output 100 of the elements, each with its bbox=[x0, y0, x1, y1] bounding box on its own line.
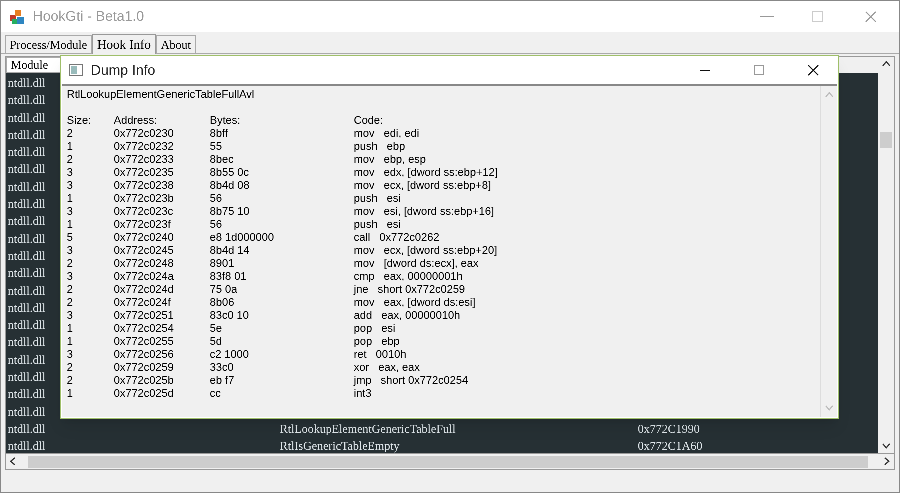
table-cell-text: 2 bbox=[67, 375, 74, 388]
table-cell-text: ntdll.dll bbox=[7, 197, 47, 214]
instruction: call 0x772c0262 bbox=[354, 232, 440, 245]
column-header[interactable]: Module bbox=[6, 57, 62, 73]
table-cell-text: 56 bbox=[210, 193, 224, 206]
instruction: mov ebp, esp bbox=[354, 154, 426, 167]
instruction: cmp eax, 00000001h bbox=[354, 271, 463, 284]
instruction: mov edi, edi bbox=[354, 128, 420, 141]
table-cell-text: ntdll.dll bbox=[7, 422, 47, 438]
instruction: jne short 0x772c0259 bbox=[354, 284, 466, 297]
table-cell-text: ntdll.dll bbox=[7, 128, 47, 144]
table-cell-text: ntdll.dll bbox=[7, 318, 47, 334]
table-cell-text: 2 bbox=[67, 297, 74, 310]
table-cell-text: 55 bbox=[210, 141, 224, 154]
table-cell-text: 5 bbox=[67, 232, 74, 245]
table-cell-text: ntdll.dll bbox=[7, 248, 47, 265]
table-cell-text: 0x772c0255 bbox=[114, 336, 175, 349]
table-cell-text: ntdll.dll bbox=[7, 76, 47, 92]
table-cell-text: ntdll.dll bbox=[7, 266, 47, 282]
tab[interactable]: Hook Info bbox=[92, 34, 156, 54]
maximize-icon[interactable] bbox=[812, 11, 823, 22]
table-cell-text: 0x772c023b bbox=[114, 193, 175, 206]
table-cell-text: RtlLookupElementGenericTableFull bbox=[280, 422, 457, 438]
function-name: RtlLookupElementGenericTableFullAvl bbox=[67, 89, 256, 102]
table-cell-text: 0x772c025b bbox=[114, 375, 175, 388]
instruction: ret 0010h bbox=[354, 349, 407, 362]
app-icon bbox=[9, 8, 25, 24]
table-cell-text: 3 bbox=[67, 167, 74, 180]
instruction: push esi bbox=[354, 193, 402, 206]
table-cell-text: 0x772c0256 bbox=[114, 349, 175, 362]
table-cell-text: 2 bbox=[67, 284, 74, 297]
column-header: Address: bbox=[114, 115, 158, 128]
table-cell-text: ntdll.dll bbox=[7, 110, 47, 127]
scroll-thumb[interactable] bbox=[880, 132, 892, 148]
table-cell-text: eb f7 bbox=[210, 375, 236, 388]
instruction: mov ecx, [dword ss:ebp+8] bbox=[354, 180, 492, 193]
table-cell-text: 5e bbox=[210, 323, 224, 336]
instruction: mov esi, [dword ss:ebp+16] bbox=[354, 206, 494, 219]
instruction: int3 bbox=[354, 388, 372, 401]
tab[interactable]: About bbox=[156, 35, 196, 53]
table-cell-text: 1 bbox=[67, 323, 74, 336]
table-cell-text: 8bff bbox=[210, 128, 230, 141]
table-cell-text: 83c0 10 bbox=[210, 310, 250, 323]
close-icon[interactable] bbox=[808, 64, 819, 76]
instruction: mov [dword ds:ecx], eax bbox=[354, 258, 479, 271]
table-cell-text: 56 bbox=[210, 219, 224, 232]
table-cell-text: 3 bbox=[67, 245, 74, 258]
table-cell-text: 8b75 10 bbox=[210, 206, 251, 219]
table-cell-text: ntdll.dll bbox=[7, 180, 47, 196]
table-cell-text: 8b06 bbox=[210, 297, 236, 310]
instruction: jmp short 0x772c0254 bbox=[354, 375, 468, 388]
table-cell-text: 0x772c0233 bbox=[114, 154, 175, 167]
instruction: mov eax, [dword ds:esi] bbox=[354, 297, 476, 310]
table-cell-text: ntdll.dll bbox=[7, 387, 47, 404]
horizontal-scrollbar[interactable] bbox=[5, 454, 895, 470]
table-cell-text: 8901 bbox=[210, 258, 236, 271]
instruction: push esi bbox=[354, 219, 402, 232]
table-cell-text: 0x772c023f bbox=[114, 219, 172, 232]
instruction: xor eax, eax bbox=[354, 362, 420, 375]
table-cell-text: ntdll.dll bbox=[7, 145, 47, 162]
window-icon bbox=[69, 64, 83, 76]
table-cell-text: ntdll.dll bbox=[7, 214, 47, 230]
table-cell-text: 0x772c0259 bbox=[114, 362, 175, 375]
table-cell-text: ntdll.dll bbox=[7, 439, 47, 453]
table-cell-text: 0x772c024d bbox=[114, 284, 175, 297]
table-cell-text: ntdll.dll bbox=[7, 370, 47, 386]
table-cell-text: 0x772c0240 bbox=[114, 232, 175, 245]
table-cell-text: 3 bbox=[67, 310, 74, 323]
table-cell-text: ntdll.dll bbox=[7, 284, 47, 300]
maximize-icon[interactable] bbox=[754, 65, 764, 75]
table-cell-text: 1 bbox=[67, 388, 74, 401]
table-cell-text: 2 bbox=[67, 258, 74, 271]
table-cell-text: 1 bbox=[67, 219, 74, 232]
table-cell-text: RtlIsGenericTableEmpty bbox=[280, 439, 401, 453]
instruction: mov ecx, [dword ss:ebp+20] bbox=[354, 245, 498, 258]
table-cell-text: ntdll.dll bbox=[7, 162, 47, 178]
table-cell-text: 8b4d 14 bbox=[210, 245, 251, 258]
table-cell-text: c2 1000 bbox=[210, 349, 250, 362]
dialog-title: Dump Info bbox=[91, 60, 156, 80]
instruction: mov edx, [dword ss:ebp+12] bbox=[354, 167, 498, 180]
table-cell-text: e8 1d000000 bbox=[210, 232, 276, 245]
table-cell-text: ntdll.dll bbox=[7, 232, 47, 248]
table-cell-text: 1 bbox=[67, 193, 74, 206]
column-header: Code: bbox=[354, 115, 384, 128]
table-cell-text: ntdll.dll bbox=[7, 300, 47, 317]
table-cell-text: 0x772c0245 bbox=[114, 245, 175, 258]
table-cell-text: 8bec bbox=[210, 154, 235, 167]
column-header: Bytes: bbox=[210, 115, 242, 128]
table-cell-text: ntdll.dll bbox=[7, 93, 47, 110]
table-cell-text: 0x772c024a bbox=[114, 271, 175, 284]
table-cell-text: 33c0 bbox=[210, 362, 235, 375]
table-cell-text: 8b4d 08 bbox=[210, 180, 251, 193]
table-cell-text: 0x772c0238 bbox=[114, 180, 175, 193]
table-cell-text: 3 bbox=[67, 180, 74, 193]
scroll-thumb[interactable] bbox=[28, 456, 868, 468]
table-cell-text: 5d bbox=[210, 336, 224, 349]
column-header: Size: bbox=[67, 115, 92, 128]
instruction: pop ebp bbox=[354, 336, 400, 349]
tab[interactable]: Process/Module bbox=[5, 35, 92, 53]
table-cell-text: 0x772c024f bbox=[114, 297, 172, 310]
